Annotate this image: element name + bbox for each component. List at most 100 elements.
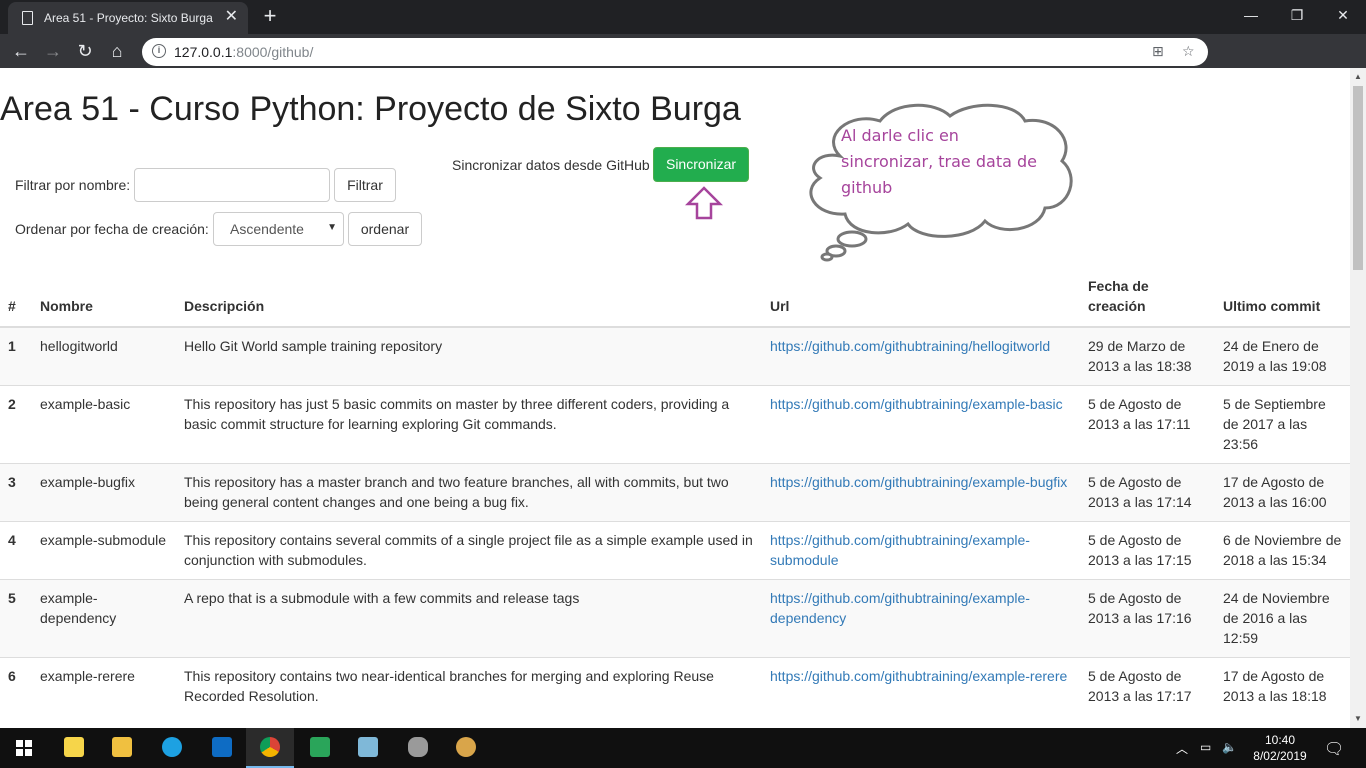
taskbar-paint[interactable]: [442, 728, 490, 768]
forward-button[interactable]: →: [40, 38, 66, 64]
vscode-icon: [310, 737, 330, 757]
close-tab-icon[interactable]: ✕: [225, 9, 238, 25]
page-content: Area 51 - Curso Python: Proyecto de Sixt…: [0, 68, 1350, 728]
repo-name: example-bugfix: [32, 463, 176, 522]
taskbar-sticky-notes[interactable]: [50, 728, 98, 768]
created-date: 5 de Agosto de 2013 a las 17:14: [1080, 463, 1215, 522]
row-number: 1: [0, 326, 32, 386]
outlook-icon: [212, 737, 232, 757]
last-commit-date: 5 de Septiembre de 2017 a las 23:56: [1215, 385, 1350, 464]
bookmark-star-icon[interactable]: ☆: [1182, 43, 1195, 60]
created-date: 5 de Agosto de 2013 a las 17:16: [1080, 579, 1215, 658]
repo-description: This repository has a master branch and …: [176, 463, 762, 522]
windows-taskbar: ︿ ▭ 🔈 10:40 8/02/2019 🗨: [0, 728, 1366, 768]
address-bar[interactable]: i 127.0.0.1:8000/github/ ⊞ ☆: [142, 38, 1208, 66]
sync-label: Sincronizar datos desde GitHub: [452, 157, 650, 173]
repo-url-link[interactable]: https://github.com/githubtraining/exampl…: [770, 668, 1067, 684]
paint-icon: [456, 737, 476, 757]
browser-toolbar: ← → ↻ ⌂ i 127.0.0.1:8000/github/ ⊞ ☆ ⋮: [0, 34, 1366, 96]
taskbar-clock[interactable]: 10:40 8/02/2019: [1252, 732, 1308, 764]
app-icon: [358, 737, 378, 757]
last-commit-date: 17 de Agosto de 2013 a las 16:00: [1215, 463, 1350, 522]
repo-description: Hello Git World sample training reposito…: [176, 326, 762, 386]
repositories-table: # Nombre Descripción Url Fecha de creació…: [0, 268, 1350, 715]
url-text[interactable]: 127.0.0.1:8000/github/: [174, 44, 313, 60]
start-button[interactable]: [0, 728, 48, 768]
table-row: 3 example-bugfix This repository has a m…: [0, 463, 1350, 522]
taskbar-database[interactable]: [394, 728, 442, 768]
sync-button[interactable]: Sincronizar: [653, 147, 749, 182]
repo-description: This repository has just 5 basic commits…: [176, 385, 762, 464]
new-tab-button[interactable]: +: [258, 5, 282, 29]
sticky-notes-icon: [64, 737, 84, 757]
home-button[interactable]: ⌂: [104, 38, 130, 64]
maximize-button[interactable]: ❐: [1274, 0, 1320, 30]
created-date: 29 de Marzo de 2013 a las 18:38: [1080, 326, 1215, 386]
taskbar-chrome[interactable]: [246, 728, 294, 768]
table-row: 1 hellogitworld Hello Git World sample t…: [0, 326, 1350, 386]
page-scrollbar[interactable]: ▲ ▼: [1350, 68, 1366, 728]
taskbar-vscode[interactable]: [296, 728, 344, 768]
filter-button[interactable]: Filtrar: [334, 168, 396, 202]
scroll-up-icon[interactable]: ▲: [1353, 72, 1363, 81]
minimize-button[interactable]: —: [1228, 0, 1274, 30]
notifications-icon[interactable]: 🗨: [1324, 739, 1344, 768]
up-arrow-annotation: [685, 186, 723, 220]
battery-icon[interactable]: ▭: [1200, 740, 1211, 768]
page-title: Area 51 - Curso Python: Proyecto de Sixt…: [0, 90, 741, 128]
repo-name: example-basic: [32, 385, 176, 464]
filter-name-input[interactable]: [134, 168, 330, 202]
repo-name: hellogitworld: [32, 326, 176, 386]
chrome-icon: [260, 737, 280, 757]
column-header-url: Url: [762, 268, 1080, 328]
created-date: 5 de Agosto de 2013 a las 17:15: [1080, 521, 1215, 580]
row-number: 5: [0, 579, 32, 658]
table-row: 4 example-submodule This repository cont…: [0, 521, 1350, 580]
repo-name: example-rerere: [32, 657, 176, 715]
table-row: 5 example-dependency A repo that is a su…: [0, 579, 1350, 658]
scrollbar-thumb[interactable]: [1353, 86, 1363, 270]
row-number: 4: [0, 521, 32, 580]
repo-url-link[interactable]: https://github.com/githubtraining/hellog…: [770, 338, 1050, 354]
tray-chevron-icon[interactable]: ︿: [1176, 740, 1188, 768]
row-number: 2: [0, 385, 32, 464]
browser-tab[interactable]: Area 51 - Proyecto: Sixto Burga ✕: [8, 2, 248, 34]
last-commit-date: 24 de Noviembre de 2016 a las 12:59: [1215, 579, 1350, 658]
sort-selected-value: Ascendente: [230, 221, 304, 237]
table-header-row: # Nombre Descripción Url Fecha de creació…: [0, 268, 1350, 328]
dropdown-caret-icon: ▼: [327, 222, 337, 233]
back-button[interactable]: ←: [8, 38, 34, 64]
taskbar-app[interactable]: [344, 728, 392, 768]
taskbar-outlook[interactable]: [198, 728, 246, 768]
folder-icon: [112, 737, 132, 757]
repo-url-cell: https://github.com/githubtraining/exampl…: [762, 521, 1080, 580]
repo-url-cell: https://github.com/githubtraining/hellog…: [762, 326, 1080, 386]
last-commit-date: 24 de Enero de 2019 a las 19:08: [1215, 326, 1350, 386]
tab-title: Area 51 - Proyecto: Sixto Burga: [44, 11, 213, 25]
callout-text: Al darle clic en sincronizar, trae data …: [841, 126, 1037, 197]
windows-logo-icon: [16, 740, 32, 756]
repo-description: This repository contains two near-identi…: [176, 657, 762, 715]
column-header-description: Descripción: [176, 268, 762, 328]
taskbar-file-explorer[interactable]: [98, 728, 146, 768]
repo-url-link[interactable]: https://github.com/githubtraining/exampl…: [770, 474, 1067, 490]
close-window-button[interactable]: ✕: [1320, 0, 1366, 30]
repo-description: This repository contains several commits…: [176, 521, 762, 580]
repo-url-cell: https://github.com/githubtraining/exampl…: [762, 657, 1080, 715]
last-commit-date: 17 de Agosto de 2013 a las 18:18: [1215, 657, 1350, 715]
translate-icon[interactable]: ⊞: [1152, 43, 1164, 60]
last-commit-date: 6 de Noviembre de 2018 a las 15:34: [1215, 521, 1350, 580]
reload-button[interactable]: ↻: [72, 38, 98, 64]
column-header-num: #: [0, 268, 32, 328]
sort-button[interactable]: ordenar: [348, 212, 422, 246]
sort-select[interactable]: Ascendente ▼: [213, 212, 344, 246]
skype-icon: [162, 737, 182, 757]
info-icon[interactable]: i: [152, 44, 166, 58]
repo-url-link[interactable]: https://github.com/githubtraining/exampl…: [770, 532, 1030, 568]
repo-url-link[interactable]: https://github.com/githubtraining/exampl…: [770, 396, 1063, 412]
scroll-down-icon[interactable]: ▼: [1353, 714, 1363, 723]
row-number: 3: [0, 463, 32, 522]
taskbar-skype[interactable]: [148, 728, 196, 768]
volume-icon[interactable]: 🔈: [1222, 740, 1237, 768]
repo-url-link[interactable]: https://github.com/githubtraining/exampl…: [770, 590, 1030, 626]
